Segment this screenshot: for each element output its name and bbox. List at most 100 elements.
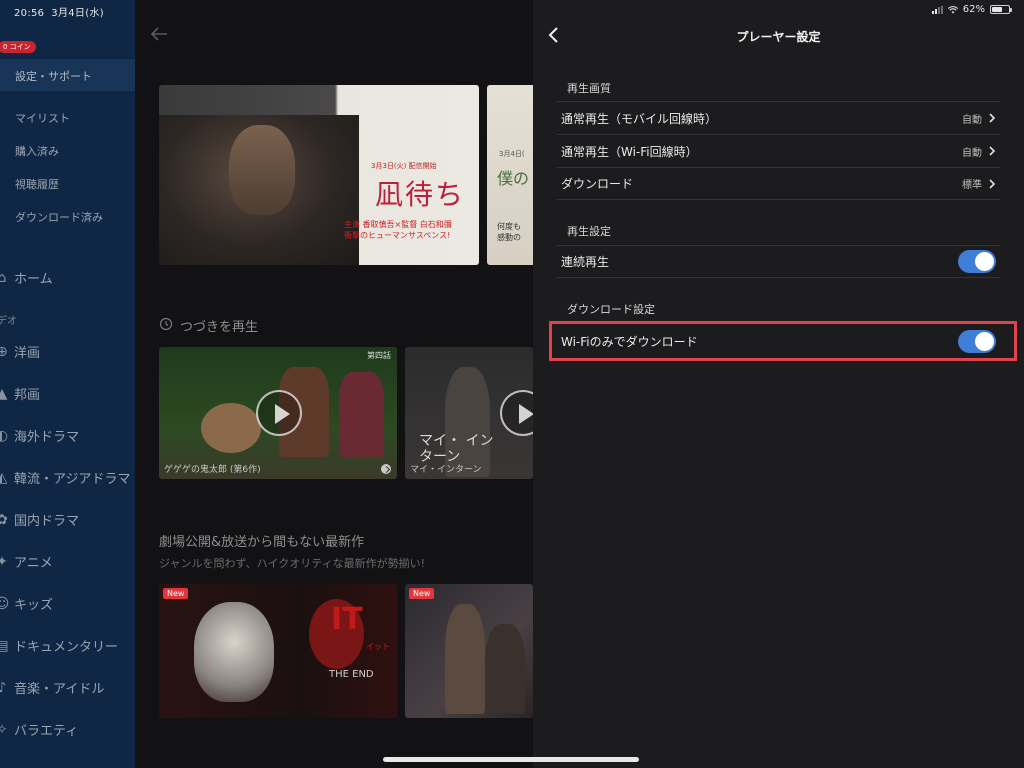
signal-icon	[931, 5, 943, 14]
sidebar-item-documentary[interactable]: ▤ ドキュメンタリー	[0, 636, 119, 656]
kids-icon: ☺	[0, 595, 10, 612]
sidebar-item-label: キッズ	[14, 598, 54, 613]
sidebar-item-kids[interactable]: ☺ キッズ	[0, 594, 54, 614]
globe-icon: ⊕	[0, 343, 8, 360]
continue-card[interactable]: マイ・ インターン マイ・インターン	[405, 347, 533, 479]
setting-label: 通常再生（モバイル回線時）	[561, 111, 718, 126]
sidebar-item-label: ホーム	[14, 272, 53, 287]
status-time: 20:56 3月4日(水)	[14, 4, 104, 19]
setting-row-mobile-quality[interactable]: 通常再生（モバイル回線時） 自動	[557, 101, 1000, 134]
movie-tag: イット	[366, 642, 390, 651]
main-content: 3月3日(火) 配信開始 凪待ち 主演 香取慎吾×監督 白石和彌 衝撃のヒューマ…	[135, 0, 533, 768]
status-indicators: 62%	[931, 4, 1012, 15]
sidebar-item-downloaded[interactable]: ダウンロード済み	[15, 209, 103, 225]
sidebar-item-western-movies[interactable]: ⊕ 洋画	[0, 342, 41, 362]
movie-title: IT	[331, 602, 363, 637]
sidebar-item-label: 海外ドラマ	[14, 430, 80, 445]
document-icon: ▤	[0, 637, 9, 654]
home-indicator[interactable]	[383, 757, 639, 762]
group-label-quality: 再生画質	[567, 82, 611, 95]
fan-icon: ◭	[0, 469, 8, 486]
sidebar-item-variety[interactable]: ✧ バラエティ	[0, 720, 79, 740]
arrow-circle-icon[interactable]	[381, 464, 391, 474]
star-icon: ✦	[0, 553, 8, 570]
sidebar-item-purchased[interactable]: 購入済み	[15, 143, 59, 159]
toggle-knob	[975, 252, 994, 271]
sidebar-item-label: バラエティ	[14, 724, 79, 739]
setting-value: 標準	[962, 180, 982, 191]
history-icon	[159, 317, 173, 331]
banner-tagline: 衝撃のヒューマンサスペンス!	[344, 231, 451, 240]
setting-value: 自動	[962, 147, 982, 159]
banner-desc-line: 何度も	[497, 222, 521, 231]
episode-label: 第四話	[367, 351, 391, 360]
banner-date: 3月4日(	[499, 150, 525, 158]
sidebar-item-anime[interactable]: ✦ アニメ	[0, 552, 53, 572]
setting-value-group: 自動	[962, 144, 996, 159]
banner-title: 凪待ち	[375, 178, 466, 211]
latest-title: 劇場公開&放送から間もない最新作	[159, 535, 365, 550]
sidebar-item-home[interactable]: ⌂ ホーム	[0, 268, 53, 288]
status-date: 3月4日(水)	[51, 8, 104, 19]
battery-icon	[990, 5, 1012, 14]
chevron-right-icon	[989, 113, 996, 123]
clock: 20:56	[14, 8, 45, 19]
banner-desc: 何度も 感動の	[497, 221, 521, 243]
setting-row-download-quality[interactable]: ダウンロード 標準	[557, 167, 1000, 200]
setting-label: 通常再生（Wi-Fi回線時）	[561, 144, 698, 159]
panel-title: プレーヤー設定	[736, 30, 821, 44]
card-caption: マイ・インターン	[410, 465, 482, 475]
banner-cast-line: 主演 香取慎吾×監督 白石和彌	[344, 220, 452, 229]
setting-value-group: 標準	[962, 176, 996, 191]
setting-row-wifi-quality[interactable]: 通常再生（Wi-Fi回線時） 自動	[557, 134, 1000, 167]
setting-value-group: 自動	[962, 111, 996, 126]
home-icon: ⌂	[0, 269, 7, 286]
flower-icon: ✿	[0, 511, 8, 528]
variety-icon: ✧	[0, 721, 8, 738]
sidebar-item-foreign-drama[interactable]: ◐ 海外ドラマ	[0, 426, 80, 446]
setting-row-autoplay: 連続再生	[557, 245, 1000, 278]
sidebar-item-mylist[interactable]: マイリスト	[15, 110, 70, 126]
movie-subtitle: THE END	[329, 669, 374, 680]
setting-value: 自動	[962, 114, 982, 126]
banner-cast: 主演 香取慎吾×監督 白石和彌 衝撃のヒューマンサスペンス!	[344, 219, 452, 241]
chevron-right-icon	[989, 146, 996, 156]
sidebar-item-music[interactable]: ♪ 音楽・アイドル	[0, 678, 104, 698]
sidebar-item-label: 邦画	[14, 388, 41, 403]
card-caption: ゲゲゲの鬼太郎 (第6作)	[164, 465, 261, 475]
mountain-icon: ▲	[0, 385, 8, 402]
latest-card[interactable]: New IT イット THE END	[159, 584, 397, 718]
wifi-icon	[947, 5, 958, 13]
sidebar-item-japanese-movies[interactable]: ▲ 邦画	[0, 384, 41, 404]
banner-desc-line: 感動の	[497, 233, 521, 242]
highlight-box	[549, 321, 1017, 361]
setting-label: ダウンロード	[561, 177, 634, 191]
drama-icon: ◐	[0, 427, 9, 444]
battery-percent: 62%	[962, 4, 985, 15]
featured-banner-next[interactable]: 3月4日( 僕の 何度も 感動の	[487, 85, 533, 265]
featured-banner[interactable]: 3月3日(火) 配信開始 凪待ち 主演 香取慎吾×監督 白石和彌 衝撃のヒューマ…	[159, 85, 479, 265]
sidebar-item-domestic-drama[interactable]: ✿ 国内ドラマ	[0, 510, 80, 530]
play-icon[interactable]	[256, 390, 302, 436]
autoplay-toggle[interactable]	[958, 250, 996, 273]
back-arrow-icon[interactable]	[148, 23, 170, 45]
sidebar-item-label: 洋画	[14, 346, 41, 361]
sidebar-item-history[interactable]: 視聴履歴	[15, 176, 59, 192]
sidebar: 0 コイン 設定・サポート マイリスト 購入済み 視聴履歴 ダウンロード済み ⌂…	[0, 0, 135, 768]
continue-title: つづきを再生	[180, 320, 259, 335]
card-title-overlay: マイ・ インターン	[419, 433, 494, 465]
latest-card[interactable]: New	[405, 584, 533, 718]
chevron-right-icon	[989, 178, 996, 189]
sidebar-item-label: 国内ドラマ	[14, 514, 80, 529]
sidebar-section-video: デオ	[0, 316, 17, 327]
sidebar-item-settings-label: 設定・サポート	[15, 70, 92, 83]
group-label-download: ダウンロード設定	[567, 303, 655, 316]
sidebar-item-label: アニメ	[14, 556, 53, 571]
sidebar-item-label: 韓流・アジアドラマ	[14, 472, 131, 487]
banner-title: 僕の	[497, 169, 530, 188]
continue-card[interactable]: 第四話 ゲゲゲの鬼太郎 (第6作)	[159, 347, 397, 479]
sidebar-item-asian-drama[interactable]: ◭ 韓流・アジアドラマ	[0, 468, 131, 488]
coin-badge: 0 コイン	[0, 41, 36, 53]
play-icon[interactable]	[500, 390, 533, 436]
sidebar-item-label: ドキュメンタリー	[14, 640, 119, 655]
